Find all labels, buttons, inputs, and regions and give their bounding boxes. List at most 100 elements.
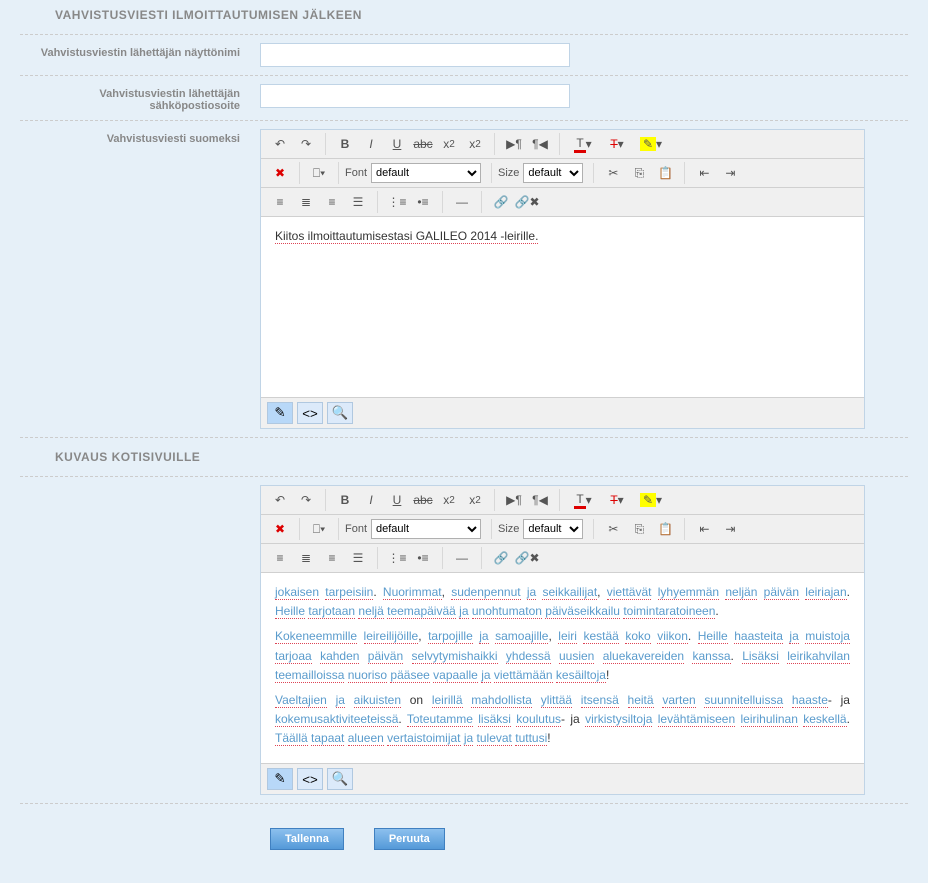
- format-block-button[interactable]: ⎕▾: [307, 162, 331, 184]
- unlink-button[interactable]: 🔗✖: [515, 191, 539, 213]
- desc-para-2: Kokeneemmille leireilijöille, tarpojille…: [275, 627, 850, 685]
- outdent-button[interactable]: ⇤: [692, 518, 716, 540]
- align-right-button[interactable]: ≡: [320, 191, 344, 213]
- editor-toolbar-row1: ↶ ↷ B I U abc x2 x2 ▶¶ ¶◀: [261, 130, 864, 159]
- divider: [20, 120, 908, 121]
- link-button[interactable]: 🔗: [489, 191, 513, 213]
- confirm-fi-label: Vahvistusviesti suomeksi: [20, 129, 260, 145]
- paste-button[interactable]: 📋: [653, 162, 677, 184]
- editor-toolbar-row2: ✖ ⎕▾ Font default Size default ✂: [261, 159, 864, 188]
- preview-mode-button[interactable]: 🔍: [327, 768, 353, 790]
- font-select[interactable]: default: [371, 163, 481, 183]
- ordered-list-button[interactable]: ⋮≡: [385, 191, 409, 213]
- desc-para-3: Vaeltajien ja aikuisten on leirillä mahd…: [275, 691, 850, 749]
- cut-button[interactable]: ✂: [601, 518, 625, 540]
- align-left-button[interactable]: ≡: [268, 547, 292, 569]
- rtl-button[interactable]: ¶◀: [528, 489, 552, 511]
- align-left-button[interactable]: ≡: [268, 191, 292, 213]
- clear-format-button[interactable]: ✖: [268, 518, 292, 540]
- unordered-list-button[interactable]: •≡: [411, 547, 435, 569]
- divider: [20, 75, 908, 76]
- highlight-button[interactable]: ✎▾: [635, 133, 667, 155]
- editor2-toolbar-row1: ↶ ↷ B I U abc x2 x2 ▶¶ ¶◀: [261, 486, 864, 515]
- italic-button[interactable]: I: [359, 133, 383, 155]
- html-mode-button[interactable]: <>: [297, 768, 323, 790]
- form-button-row: Tallenna Peruuta: [20, 808, 908, 870]
- strikethrough-button[interactable]: abc: [411, 133, 435, 155]
- ltr-button[interactable]: ▶¶: [502, 133, 526, 155]
- desc-section-header: KUVAUS KOTISIVUILLE: [20, 442, 908, 472]
- cancel-button[interactable]: Peruuta: [374, 828, 445, 850]
- superscript-button[interactable]: x2: [463, 489, 487, 511]
- html-mode-button[interactable]: <>: [297, 402, 323, 424]
- redo-button[interactable]: ↷: [294, 133, 318, 155]
- copy-button[interactable]: ⎘: [627, 162, 651, 184]
- format-block-button[interactable]: ⎕▾: [307, 518, 331, 540]
- strikethrough-button[interactable]: abc: [411, 489, 435, 511]
- editor-toolbar-row3: ≡ ≣ ≡ ☰ ⋮≡ •≡ — 🔗 🔗✖: [261, 188, 864, 217]
- subscript-button[interactable]: x2: [437, 489, 461, 511]
- ltr-button[interactable]: ▶¶: [502, 489, 526, 511]
- subscript-button[interactable]: x2: [437, 133, 461, 155]
- ordered-list-button[interactable]: ⋮≡: [385, 547, 409, 569]
- save-button[interactable]: Tallenna: [270, 828, 344, 850]
- remove-color-button[interactable]: T▾: [601, 489, 633, 511]
- align-justify-button[interactable]: ☰: [346, 547, 370, 569]
- editor2-footer: ✎ <> 🔍: [261, 763, 864, 794]
- sender-email-input[interactable]: [260, 84, 570, 108]
- italic-button[interactable]: I: [359, 489, 383, 511]
- align-center-button[interactable]: ≣: [294, 547, 318, 569]
- size-label: Size: [498, 523, 519, 535]
- divider: [20, 476, 908, 477]
- rich-text-editor-confirm: ↶ ↷ B I U abc x2 x2 ▶¶ ¶◀: [260, 129, 865, 429]
- design-mode-button[interactable]: ✎: [267, 768, 293, 790]
- align-right-button[interactable]: ≡: [320, 547, 344, 569]
- confirm-content-text: Kiitos ilmoittautumisestasi GALILEO 2014…: [275, 229, 538, 244]
- unordered-list-button[interactable]: •≡: [411, 191, 435, 213]
- align-justify-button[interactable]: ☰: [346, 191, 370, 213]
- undo-button[interactable]: ↶: [268, 133, 292, 155]
- bold-button[interactable]: B: [333, 489, 357, 511]
- editor2-toolbar-row3: ≡ ≣ ≡ ☰ ⋮≡ •≡ — 🔗 🔗✖: [261, 544, 864, 573]
- copy-button[interactable]: ⎘: [627, 518, 651, 540]
- redo-button[interactable]: ↷: [294, 489, 318, 511]
- divider: [20, 437, 908, 438]
- size-label: Size: [498, 167, 519, 179]
- hr-button[interactable]: —: [450, 191, 474, 213]
- desc-label: [20, 485, 260, 489]
- bold-button[interactable]: B: [333, 133, 357, 155]
- font-label: Font: [345, 167, 367, 179]
- font-select[interactable]: default: [371, 519, 481, 539]
- link-button[interactable]: 🔗: [489, 547, 513, 569]
- paste-button[interactable]: 📋: [653, 518, 677, 540]
- size-select[interactable]: default: [523, 163, 583, 183]
- highlight-button[interactable]: ✎▾: [635, 489, 667, 511]
- preview-mode-button[interactable]: 🔍: [327, 402, 353, 424]
- cut-button[interactable]: ✂: [601, 162, 625, 184]
- unlink-button[interactable]: 🔗✖: [515, 547, 539, 569]
- text-color-button[interactable]: T▾: [567, 489, 599, 511]
- desc-para-1: jokaisen tarpeisiin. Nuorimmat, sudenpen…: [275, 583, 850, 621]
- underline-button[interactable]: U: [385, 489, 409, 511]
- divider: [20, 34, 908, 35]
- remove-color-button[interactable]: T▾: [601, 133, 633, 155]
- sender-name-label: Vahvistusviestin lähettäjän näyttönimi: [20, 43, 260, 59]
- indent-button[interactable]: ⇥: [718, 518, 742, 540]
- underline-button[interactable]: U: [385, 133, 409, 155]
- rtl-button[interactable]: ¶◀: [528, 133, 552, 155]
- clear-format-button[interactable]: ✖: [268, 162, 292, 184]
- undo-button[interactable]: ↶: [268, 489, 292, 511]
- outdent-button[interactable]: ⇤: [692, 162, 716, 184]
- indent-button[interactable]: ⇥: [718, 162, 742, 184]
- editor2-content-area[interactable]: jokaisen tarpeisiin. Nuorimmat, sudenpen…: [261, 573, 864, 763]
- editor-content-area[interactable]: Kiitos ilmoittautumisestasi GALILEO 2014…: [261, 217, 864, 397]
- align-center-button[interactable]: ≣: [294, 191, 318, 213]
- hr-button[interactable]: —: [450, 547, 474, 569]
- text-color-button[interactable]: T▾: [567, 133, 599, 155]
- size-select[interactable]: default: [523, 519, 583, 539]
- sender-name-input[interactable]: [260, 43, 570, 67]
- superscript-button[interactable]: x2: [463, 133, 487, 155]
- design-mode-button[interactable]: ✎: [267, 402, 293, 424]
- editor2-toolbar-row2: ✖ ⎕▾ Font default Size default ✂: [261, 515, 864, 544]
- divider: [20, 803, 908, 804]
